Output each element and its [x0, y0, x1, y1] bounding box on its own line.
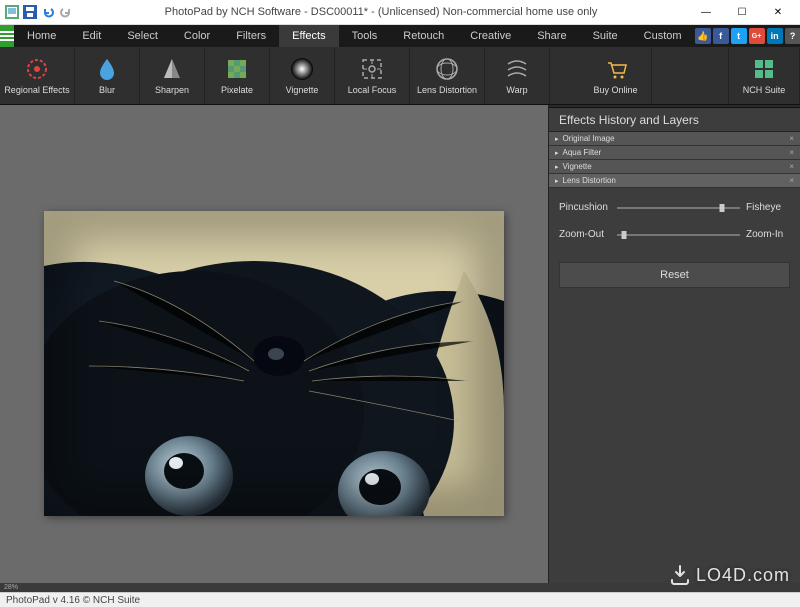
blur-label: Blur	[99, 85, 115, 95]
vignette-icon	[289, 56, 315, 82]
distortion-slider-thumb[interactable]	[719, 204, 724, 212]
sharpen-icon	[159, 56, 185, 82]
warp-tool[interactable]: Warp	[485, 48, 550, 104]
chevron-right-icon: ▸	[555, 135, 559, 143]
pixelate-icon	[224, 56, 250, 82]
regional-tool[interactable]: Regional Effects	[0, 48, 75, 104]
undo-icon[interactable]	[40, 4, 56, 20]
statusbar: PhotoPad v 4.16 © NCH Suite	[0, 592, 800, 607]
blur-tool[interactable]: Blur	[75, 48, 140, 104]
menu-edit[interactable]: Edit	[69, 25, 114, 47]
download-icon	[668, 563, 692, 587]
linkedin-icon[interactable]: in	[767, 28, 783, 44]
remove-layer-icon[interactable]: ×	[789, 134, 794, 143]
pincushion-fisheye-slider: Pincushion Fisheye	[559, 202, 790, 213]
thumbs-up-icon[interactable]: 👍	[695, 28, 711, 44]
vignette-tool[interactable]: Vignette	[270, 48, 335, 104]
hamburger-menu[interactable]	[0, 25, 14, 47]
pincushion-label: Pincushion	[559, 202, 611, 213]
pixelate-label: Pixelate	[221, 85, 253, 95]
minimize-button[interactable]: —	[688, 1, 724, 23]
twitter-icon[interactable]: t	[731, 28, 747, 44]
menu-home[interactable]: Home	[14, 25, 69, 47]
layer-aqua-filter[interactable]: ▸Aqua Filter×	[549, 146, 800, 160]
close-button[interactable]: ✕	[760, 1, 796, 23]
watermark-text: LO4D.com	[696, 565, 790, 586]
menu-share[interactable]: Share	[524, 25, 579, 47]
status-text: PhotoPad v 4.16 © NCH Suite	[6, 595, 140, 606]
chevron-right-icon: ▸	[555, 163, 559, 171]
menubar: HomeEditSelectColorFiltersEffectsToolsRe…	[0, 25, 800, 47]
lens-distortion-controls: Pincushion Fisheye Zoom-Out Zoom-In Rese…	[549, 188, 800, 302]
lensdist-icon	[434, 56, 460, 82]
layer-lens-distortion[interactable]: ▸Lens Distortion×	[549, 174, 800, 188]
remove-layer-icon[interactable]: ×	[789, 148, 794, 157]
effects-toolbar: Regional Effects Blur Sharpen Pixelate Vigne…	[0, 47, 800, 105]
warp-icon	[504, 56, 530, 82]
localfocus-tool[interactable]: Local Focus	[335, 48, 410, 104]
googleplus-icon[interactable]: G+	[749, 28, 765, 44]
titlebar: PhotoPad by NCH Software - DSC00011* - (…	[0, 0, 800, 25]
reset-button[interactable]: Reset	[559, 262, 790, 288]
nch-suite-button[interactable]: NCH Suite	[728, 48, 800, 104]
menu-creative[interactable]: Creative	[457, 25, 524, 47]
fisheye-label: Fisheye	[746, 202, 790, 213]
suite-icon	[751, 56, 777, 82]
effects-panel: Effects History and Layers ▸Original Ima…	[548, 105, 800, 592]
lensdist-label: Lens Distortion	[417, 85, 477, 95]
menu-retouch[interactable]: Retouch	[390, 25, 457, 47]
regional-icon	[24, 56, 50, 82]
buy-online-label: Buy Online	[593, 85, 637, 95]
canvas-image[interactable]	[44, 211, 504, 516]
redo-icon[interactable]	[58, 4, 74, 20]
window-title: PhotoPad by NCH Software - DSC00011* - (…	[74, 6, 688, 18]
quick-access-toolbar	[4, 4, 74, 20]
menu-custom[interactable]: Custom	[631, 25, 695, 47]
localfocus-label: Local Focus	[348, 85, 397, 95]
watermark: LO4D.com	[668, 563, 790, 587]
menu-filters[interactable]: Filters	[223, 25, 279, 47]
menu-select[interactable]: Select	[114, 25, 171, 47]
canvas-area[interactable]	[0, 105, 548, 592]
layer-vignette[interactable]: ▸Vignette×	[549, 160, 800, 174]
zoom-slider-thumb[interactable]	[622, 231, 627, 239]
blur-icon	[94, 56, 120, 82]
chevron-right-icon: ▸	[555, 149, 559, 157]
workspace: Effects History and Layers ▸Original Ima…	[0, 105, 800, 592]
save-icon[interactable]	[22, 4, 38, 20]
social-icons: 👍 f t G+ in ?	[695, 25, 800, 47]
sharpen-label: Sharpen	[155, 85, 189, 95]
chevron-right-icon: ▸	[555, 177, 559, 185]
vignette-label: Vignette	[286, 85, 319, 95]
menu-effects[interactable]: Effects	[279, 25, 338, 47]
panel-title: Effects History and Layers	[549, 108, 800, 132]
facebook-icon[interactable]: f	[713, 28, 729, 44]
menu-suite[interactable]: Suite	[580, 25, 631, 47]
zoom-slider-track[interactable]	[617, 234, 740, 236]
pixelate-tool[interactable]: Pixelate	[205, 48, 270, 104]
buy-online-button[interactable]: Buy Online	[580, 48, 652, 104]
app-icon[interactable]	[4, 4, 20, 20]
zoom-level: 28%	[4, 584, 18, 591]
help-icon[interactable]: ?	[785, 28, 800, 44]
localfocus-icon	[359, 56, 385, 82]
menu-color[interactable]: Color	[171, 25, 223, 47]
nch-suite-label: NCH Suite	[743, 85, 786, 95]
regional-label: Regional Effects	[4, 85, 69, 95]
remove-layer-icon[interactable]: ×	[789, 162, 794, 171]
sharpen-tool[interactable]: Sharpen	[140, 48, 205, 104]
menu-tools[interactable]: Tools	[339, 25, 391, 47]
remove-layer-icon[interactable]: ×	[789, 176, 794, 185]
maximize-button[interactable]: ☐	[724, 1, 760, 23]
zoom-slider: Zoom-Out Zoom-In	[559, 229, 790, 240]
layer-original-image[interactable]: ▸Original Image×	[549, 132, 800, 146]
distortion-slider-track[interactable]	[617, 207, 740, 209]
lensdist-tool[interactable]: Lens Distortion	[410, 48, 485, 104]
zoomout-label: Zoom-Out	[559, 229, 611, 240]
warp-label: Warp	[506, 85, 527, 95]
window-controls: — ☐ ✕	[688, 1, 796, 23]
cart-icon	[603, 56, 629, 82]
zoomin-label: Zoom-In	[746, 229, 790, 240]
